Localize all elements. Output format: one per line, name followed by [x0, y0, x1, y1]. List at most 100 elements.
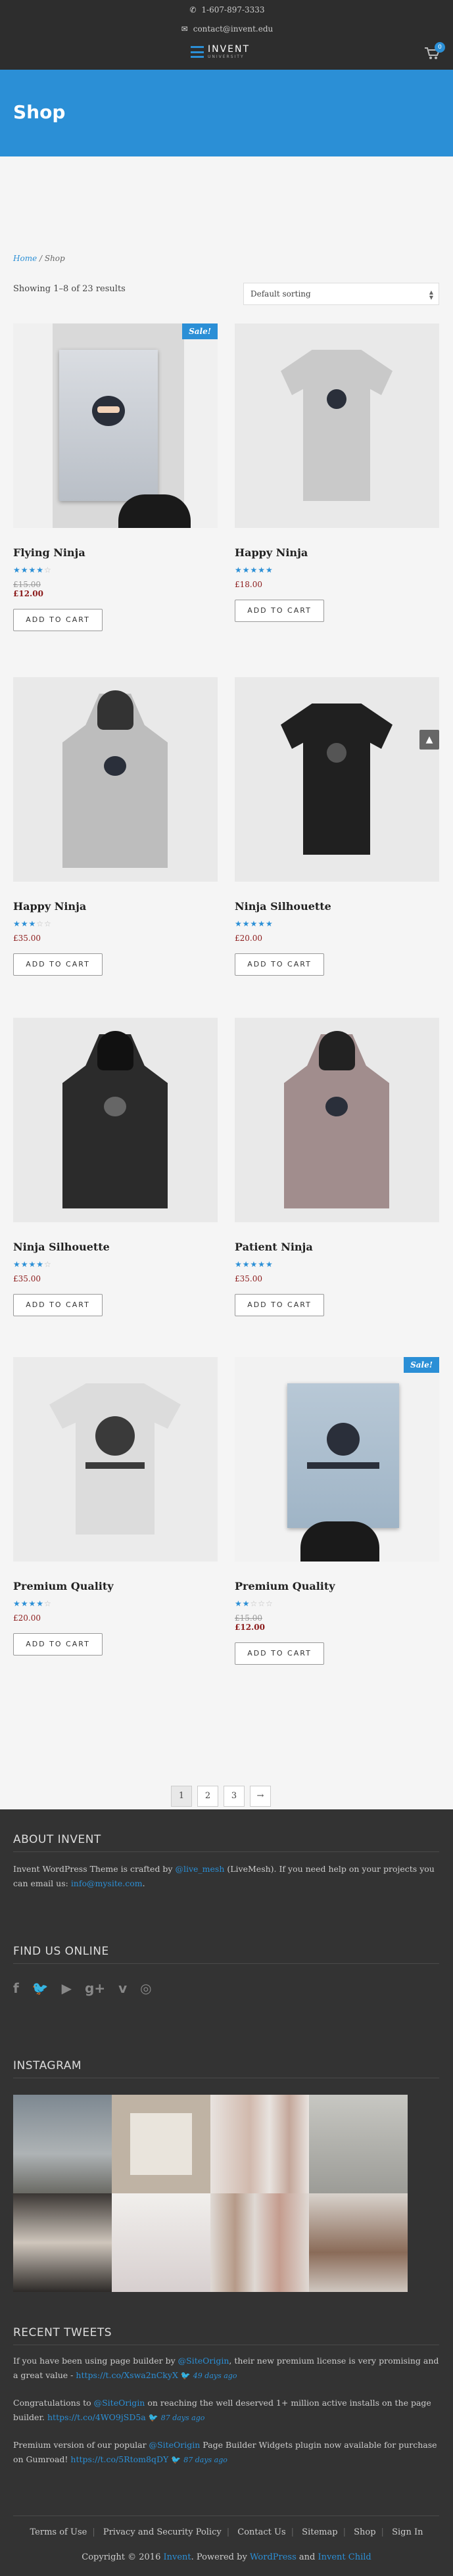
next-page[interactable]: → [250, 1786, 271, 1807]
instagram-photo[interactable] [210, 2095, 309, 2193]
product-price: £15.00 £12.00 [235, 1613, 439, 1632]
tweet-link[interactable]: https://t.co/5Rtom8qDY [70, 2454, 168, 2464]
tweet-handle-link[interactable]: @SiteOrigin [149, 2440, 201, 2450]
star-rating: ★★★☆☆ [13, 919, 52, 928]
instagram-photo[interactable] [13, 2193, 112, 2292]
shop-area: Home / Shop Showing 1–8 of 23 results De… [0, 156, 453, 1809]
tweet-handle-link[interactable]: @SiteOrigin [94, 2398, 145, 2408]
breadcrumb: Home / Shop [13, 254, 65, 263]
tweet-handle-link[interactable]: @SiteOrigin [178, 2356, 229, 2366]
header-email[interactable]: ✉ contact@invent.edu [0, 24, 453, 34]
star-rating: ★★★★☆ [13, 1599, 52, 1608]
instagram-icon[interactable]: ◎ [140, 1980, 151, 1996]
product-name[interactable]: Premium Quality [235, 1580, 439, 1592]
tweet-time[interactable]: 87 days ago [183, 2456, 227, 2464]
product-name[interactable]: Premium Quality [13, 1580, 218, 1592]
logo-mark-icon [191, 46, 204, 58]
footer-link-shop[interactable]: Shop [354, 2527, 375, 2537]
product-price: £20.00 [235, 934, 439, 943]
site-logo[interactable]: INVENT UNIVERSITY [191, 45, 250, 59]
sale-price: £12.00 [13, 589, 43, 598]
price: £35.00 [13, 934, 41, 943]
add-to-cart-button[interactable]: ADD TO CART [13, 1633, 103, 1656]
product-image[interactable]: Sale! [235, 1357, 439, 1562]
add-to-cart-button[interactable]: ADD TO CART [235, 600, 324, 622]
livemesh-link[interactable]: @live_mesh [175, 1864, 224, 1874]
star-rating: ★★★★☆ [13, 1260, 52, 1269]
product-card: Happy Ninja ★★★★★ £18.00 ADD TO CART [235, 323, 439, 622]
tweet: If you have been using page builder by @… [13, 2354, 439, 2383]
breadcrumb-home-link[interactable]: Home [13, 254, 37, 263]
vimeo-icon[interactable]: v [118, 1980, 127, 1996]
product-name[interactable]: Ninja Silhouette [13, 1241, 218, 1253]
twitter-bird-icon: 🐦 [171, 2455, 181, 2464]
envelope-icon: ✉ [181, 24, 188, 34]
youtube-icon[interactable]: ▶ [62, 1980, 72, 1996]
star-rating: ★★★★☆ [13, 565, 52, 575]
page-2[interactable]: 2 [197, 1786, 218, 1807]
footer-link-terms[interactable]: Terms of Use [30, 2527, 87, 2537]
footer-link-privacy[interactable]: Privacy and Security Policy [103, 2527, 222, 2537]
tweet: Premium version of our popular @SiteOrig… [13, 2438, 439, 2468]
add-to-cart-button[interactable]: ADD TO CART [13, 953, 103, 976]
add-to-cart-button[interactable]: ADD TO CART [13, 609, 103, 631]
invent-child-link[interactable]: Invent Child [318, 2552, 371, 2562]
page-1[interactable]: 1 [171, 1786, 192, 1807]
cart-button[interactable]: 0 [424, 42, 445, 60]
product-card: Patient Ninja ★★★★★ £35.00 ADD TO CART [235, 1018, 439, 1316]
tweets-heading: RECENT TWEETS [13, 2326, 112, 2339]
product-name[interactable]: Ninja Silhouette [235, 900, 439, 913]
product-image[interactable] [13, 1018, 218, 1222]
tweet-link[interactable]: https://t.co/4WO9jSD5a [47, 2412, 146, 2422]
back-to-top-button[interactable]: ▲ [419, 730, 439, 750]
product-image[interactable]: Sale! [13, 323, 218, 528]
product-name[interactable]: Patient Ninja [235, 1241, 439, 1253]
product-card: Sale! Premium Quality ★★☆☆☆ £15.00 £12.00… [235, 1357, 439, 1665]
breadcrumb-separator: / [37, 254, 45, 263]
tweet-time[interactable]: 49 days ago [193, 2372, 237, 2380]
twitter-icon[interactable]: 🐦 [32, 1980, 49, 1996]
instagram-photo[interactable] [112, 2095, 210, 2193]
footer-link-contact[interactable]: Contact Us [237, 2527, 285, 2537]
product-name[interactable]: Flying Ninja [13, 546, 218, 559]
instagram-photo[interactable] [112, 2193, 210, 2292]
add-to-cart-button[interactable]: ADD TO CART [235, 1642, 324, 1665]
wordpress-link[interactable]: WordPress [250, 2552, 297, 2562]
sort-select[interactable]: Default sorting ▲ ▼ [243, 283, 439, 305]
googleplus-icon[interactable]: g+ [85, 1980, 105, 1996]
instagram-photo[interactable] [210, 2193, 309, 2292]
product-image[interactable] [235, 677, 439, 882]
product-image[interactable] [13, 677, 218, 882]
tweet-link[interactable]: https://t.co/Xswa2nCkyX [76, 2370, 178, 2380]
add-to-cart-button[interactable]: ADD TO CART [13, 1294, 103, 1316]
instagram-photo[interactable] [13, 2095, 112, 2193]
logo-subtitle: UNIVERSITY [208, 55, 245, 59]
email-link[interactable]: info@mysite.com [71, 1878, 143, 1888]
email-address[interactable]: contact@invent.edu [193, 24, 274, 34]
breadcrumb-current: Shop [44, 254, 65, 263]
add-to-cart-button[interactable]: ADD TO CART [235, 953, 324, 976]
product-image[interactable] [235, 323, 439, 528]
product-name[interactable]: Happy Ninja [235, 546, 439, 559]
invent-link[interactable]: Invent [163, 2552, 191, 2562]
product-name[interactable]: Happy Ninja [13, 900, 218, 913]
site-footer: ABOUT INVENT Invent WordPress Theme is c… [0, 1809, 453, 2576]
about-text: Invent WordPress Theme is crafted by @li… [13, 1864, 435, 1888]
product-price: £18.00 [235, 580, 439, 589]
footer-link-sitemap[interactable]: Sitemap [302, 2527, 337, 2537]
price: £20.00 [235, 934, 262, 943]
twitter-bird-icon: 🐦 [180, 2371, 191, 2380]
result-count: Showing 1–8 of 23 results [13, 284, 126, 294]
header-phone: ✆ 1-607-897-3333 [0, 5, 453, 14]
product-image[interactable] [13, 1357, 218, 1562]
product-price: £15.00 £12.00 [13, 580, 218, 598]
facebook-icon[interactable]: f [13, 1980, 19, 1996]
product-image[interactable] [235, 1018, 439, 1222]
footer-link-signin[interactable]: Sign In [392, 2527, 423, 2537]
instagram-photo[interactable] [309, 2095, 408, 2193]
page-3[interactable]: 3 [224, 1786, 245, 1807]
instagram-photo[interactable] [309, 2193, 408, 2292]
tweet-time[interactable]: 87 days ago [161, 2414, 205, 2422]
add-to-cart-button[interactable]: ADD TO CART [235, 1294, 324, 1316]
product-price: £20.00 [13, 1613, 218, 1623]
